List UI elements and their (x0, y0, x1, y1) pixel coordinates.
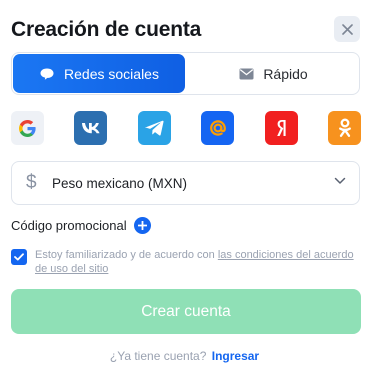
telegram-button[interactable] (138, 111, 171, 145)
terms-text: Estoy familiarizado y de acuerdo con las… (35, 248, 361, 276)
modal-header: Creación de cuenta (11, 16, 360, 44)
chevron-down-icon (334, 177, 346, 184)
tab-quick-label: Rápido (263, 65, 308, 82)
vk-button[interactable] (74, 111, 107, 145)
create-account-label: Crear cuenta (141, 302, 231, 320)
google-button[interactable] (11, 111, 44, 145)
checkmark-icon (14, 253, 24, 261)
tab-social-label: Redes sociales (64, 65, 159, 82)
envelope-icon (239, 68, 254, 79)
vk-icon (81, 123, 100, 134)
currency-select[interactable]: $ Peso mexicano (MXN) (11, 161, 360, 205)
close-button[interactable] (334, 16, 360, 42)
plus-icon[interactable] (133, 216, 151, 234)
dollar-icon: $ (26, 172, 37, 193)
mail-ru-button[interactable] (201, 111, 234, 145)
mail-at-icon (209, 120, 226, 136)
currency-value: Peso mexicano (MXN) (52, 176, 188, 191)
terms-prefix: Estoy familiarizado y de acuerdo con (35, 249, 215, 261)
terms-checkbox[interactable] (11, 249, 27, 265)
telegram-icon (145, 120, 164, 136)
odnoklassniki-button[interactable] (328, 111, 361, 145)
odnoklassniki-icon (338, 118, 351, 137)
social-login-row (11, 111, 369, 145)
google-icon (19, 119, 36, 137)
yandex-button[interactable] (265, 111, 298, 145)
close-icon (341, 23, 353, 35)
promo-code-label: Código promocional (11, 217, 127, 233)
registration-tabs: Redes sociales Rápido (11, 52, 360, 95)
login-question: ¿Ya tiene cuenta? (109, 349, 207, 363)
yandex-icon (276, 120, 286, 136)
create-account-button[interactable]: Crear cuenta (11, 289, 361, 334)
login-prompt: ¿Ya tiene cuenta? Ingresar (0, 349, 369, 363)
chat-bubble-icon (40, 68, 54, 80)
tab-social-networks[interactable]: Redes sociales (13, 54, 185, 93)
tab-quick[interactable]: Rápido (188, 54, 359, 93)
login-link[interactable]: Ingresar (212, 349, 259, 363)
promo-code-toggle[interactable]: Código promocional (11, 215, 151, 235)
page-title: Creación de cuenta (11, 18, 202, 41)
